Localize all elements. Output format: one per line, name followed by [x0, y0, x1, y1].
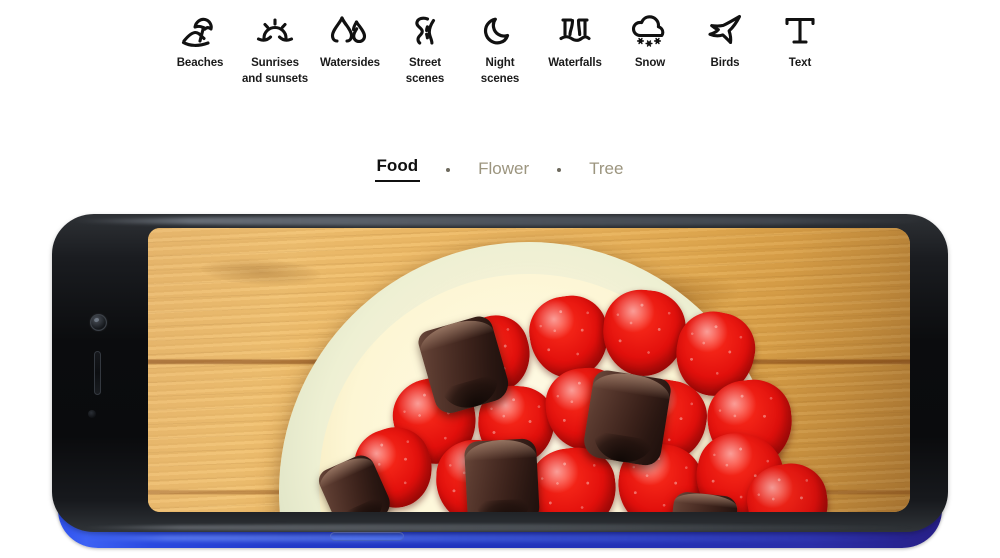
bird-icon — [703, 10, 747, 52]
scene-item-night-scenes[interactable]: Night scenes — [463, 10, 538, 87]
text-serif-t-icon — [778, 10, 822, 52]
tab-food[interactable]: Food — [374, 155, 421, 182]
frame-gloss-bottom — [78, 524, 922, 531]
strawberry-tart — [148, 228, 910, 512]
tab-tree[interactable]: Tree — [587, 158, 625, 180]
frame-gloss-top — [69, 216, 931, 226]
scene-item-label: Birds — [710, 57, 740, 69]
scene-item-label: Watersides — [320, 57, 380, 69]
tab-separator-dot — [557, 167, 562, 172]
crescent-moon-icon — [478, 10, 522, 52]
scene-optimizer-icon-row: Beaches Sunrises and sunsets Watersides — [0, 10, 1000, 87]
scene-item-label: Beaches — [176, 57, 224, 69]
phone-device — [52, 214, 948, 558]
winding-road-icon — [403, 10, 447, 52]
sunrise-sunset-icon — [253, 10, 297, 52]
scene-item-street-scenes[interactable]: Street scenes — [388, 10, 463, 87]
phone-screen[interactable] — [148, 228, 910, 512]
scene-item-label: Snow — [634, 57, 666, 69]
chocolate-curl — [463, 438, 541, 512]
tab-flower[interactable]: Flower — [476, 158, 531, 180]
earpiece-speaker — [94, 351, 101, 395]
category-tabs: Food Flower Tree — [0, 155, 1000, 182]
scene-item-label: Waterfalls — [548, 57, 602, 69]
chocolate-curl — [581, 368, 673, 468]
phone-black-body — [52, 214, 948, 532]
charging-port — [330, 532, 404, 541]
scene-item-birds[interactable]: Birds — [688, 10, 763, 72]
scene-item-waterfalls[interactable]: Waterfalls — [538, 10, 613, 72]
waterside-mountain-icon — [328, 10, 372, 52]
scene-item-beaches[interactable]: Beaches — [163, 10, 238, 72]
scene-item-label: Night scenes — [480, 57, 520, 85]
tab-separator-dot — [446, 167, 451, 172]
scene-item-sunrises-and-sunsets[interactable]: Sunrises and sunsets — [238, 10, 313, 87]
scene-item-label: Text — [788, 57, 812, 69]
scene-item-text[interactable]: Text — [763, 10, 838, 72]
cloud-snow-icon — [628, 10, 672, 52]
strawberry — [598, 285, 690, 381]
beach-umbrella-icon — [178, 10, 222, 52]
front-camera-icon — [90, 314, 107, 331]
scene-item-snow[interactable]: Snow — [613, 10, 688, 72]
proximity-sensor-icon — [88, 410, 96, 418]
scene-item-label: Street scenes — [405, 57, 445, 85]
scene-item-watersides[interactable]: Watersides — [313, 10, 388, 72]
waterfall-icon — [553, 10, 597, 52]
scene-item-label: Sunrises and sunsets — [241, 57, 308, 85]
